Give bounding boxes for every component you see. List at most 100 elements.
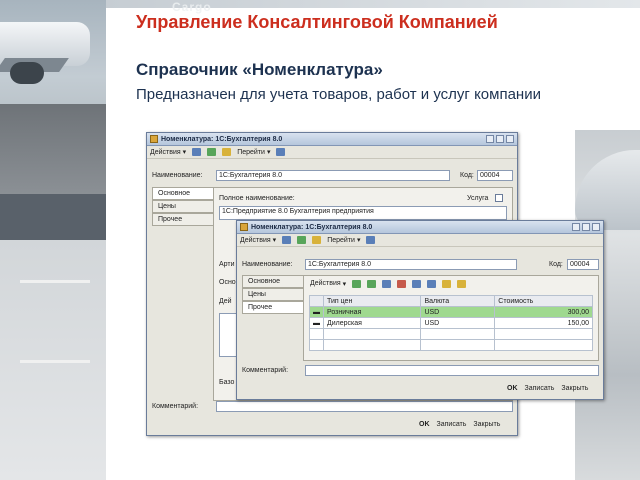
prices-table[interactable]: Тип цен Валюта Стоимость ▬ Розничная USD…: [309, 295, 593, 351]
minimize-icon[interactable]: [572, 223, 580, 231]
price-cell[interactable]: 150,00: [494, 317, 593, 329]
actions-menu-label: Действия: [150, 148, 181, 156]
code-field[interactable]: 00004: [567, 259, 599, 270]
airport-photo: [0, 0, 106, 480]
maximize-icon[interactable]: [582, 223, 590, 231]
airplane-engine: [10, 62, 44, 84]
move-down-icon[interactable]: [427, 279, 437, 288]
price-type-cell[interactable]: Розничная: [322, 306, 422, 318]
save-icon[interactable]: [207, 148, 217, 156]
currency-cell[interactable]: USD: [420, 317, 496, 329]
table-toolbar: Действия ▾: [307, 277, 467, 290]
tab-main[interactable]: Основное: [152, 187, 214, 200]
name-field[interactable]: 1С:Бухгалтерия 8.0: [305, 259, 517, 270]
edit-row-icon[interactable]: [382, 279, 392, 288]
airport-photo-top: Cargo: [106, 0, 640, 14]
add-row-icon[interactable]: [352, 279, 362, 288]
table-row-empty[interactable]: [309, 328, 593, 340]
slide-title: Управление Консалтинговой Компанией: [136, 12, 498, 32]
window-title: Номенклатура: 1С:Бухгалтерия 8.0: [251, 223, 373, 231]
save-icon[interactable]: [297, 236, 307, 244]
close-button[interactable]: Закрыть: [561, 385, 588, 392]
app-icon: [150, 135, 158, 143]
structure-icon[interactable]: [312, 236, 322, 244]
window-title: Номенклатура: 1С:Бухгалтерия 8.0: [161, 135, 283, 143]
table-row[interactable]: ▬ Розничная USD 300,00: [309, 306, 593, 318]
tab-list: Основное Цены Прочее: [242, 275, 304, 314]
price-type-cell[interactable]: Дилерская: [322, 317, 422, 329]
goto-menu[interactable]: Перейти ▾: [237, 148, 270, 157]
tab-other[interactable]: Прочее: [242, 301, 304, 314]
move-up-icon[interactable]: [412, 279, 422, 288]
app-icon: [240, 223, 248, 231]
goto-menu-label: Перейти: [237, 148, 265, 156]
tab-main[interactable]: Основное: [242, 275, 304, 288]
full-name-field[interactable]: 1С:Предприятие 8.0 Бухгалтерия предприят…: [219, 206, 507, 220]
code-label: Код:: [460, 172, 474, 179]
close-button[interactable]: Закрыть: [473, 421, 500, 428]
back-arrow-icon[interactable]: [192, 148, 202, 156]
sort-desc-icon[interactable]: [457, 279, 467, 288]
price-cell[interactable]: 300,00: [494, 306, 593, 318]
window-titlebar[interactable]: Номенклатура: 1С:Бухгалтерия 8.0: [147, 133, 517, 146]
comment-field[interactable]: [216, 401, 513, 412]
prices-window[interactable]: Номенклатура: 1С:Бухгалтерия 8.0 Действи…: [236, 220, 604, 400]
window-titlebar[interactable]: Номенклатура: 1С:Бухгалтерия 8.0: [237, 221, 603, 234]
row-marker-icon: ▬: [309, 317, 324, 329]
row-marker-icon: ▬: [309, 306, 324, 318]
table-actions-menu[interactable]: Действия ▾: [310, 280, 346, 288]
copy-row-icon[interactable]: [367, 279, 377, 288]
name-label: Наименование:: [242, 261, 293, 268]
actions-menu[interactable]: Действия ▾: [150, 148, 186, 157]
structure-icon[interactable]: [222, 148, 232, 156]
save-button[interactable]: Записать: [525, 385, 555, 392]
delete-row-icon[interactable]: [397, 279, 407, 288]
slide-description: Предназначен для учета товаров, работ и …: [136, 86, 541, 103]
tab-list: Основное Цены Прочее: [152, 187, 214, 226]
close-icon[interactable]: [592, 223, 600, 231]
minimize-icon[interactable]: [486, 135, 494, 143]
airplane-tail: [575, 150, 640, 230]
terminal-base: [0, 194, 106, 240]
table-header-row: Тип цен Валюта Стоимость: [309, 295, 593, 307]
code-field[interactable]: 00004: [477, 170, 513, 181]
code-label: Код:: [549, 261, 563, 268]
ok-button[interactable]: OK: [419, 421, 430, 428]
tarmac-stripe: [20, 280, 90, 283]
actions-menu[interactable]: Действия ▾: [240, 236, 276, 245]
row-marker-header: [309, 295, 324, 307]
help-icon[interactable]: [276, 148, 286, 156]
table-actions-label: Действия: [310, 280, 341, 287]
window-toolbar: Действия ▾ Перейти ▾: [237, 234, 603, 247]
tab-other[interactable]: Прочее: [152, 213, 214, 226]
comment-field[interactable]: [305, 365, 599, 376]
name-label: Наименование:: [152, 172, 203, 179]
window-toolbar: Действия ▾ Перейти ▾: [147, 146, 517, 159]
column-header[interactable]: Тип цен: [322, 295, 422, 307]
help-icon[interactable]: [366, 236, 376, 244]
tarmac-stripe: [20, 360, 90, 363]
service-checkbox[interactable]: [495, 194, 503, 202]
column-header[interactable]: Валюта: [420, 295, 496, 307]
sort-asc-icon[interactable]: [442, 279, 452, 288]
currency-cell[interactable]: USD: [420, 306, 496, 318]
goto-menu-label: Перейти: [327, 236, 355, 244]
close-icon[interactable]: [506, 135, 514, 143]
goto-menu[interactable]: Перейти ▾: [327, 236, 360, 245]
back-arrow-icon[interactable]: [282, 236, 292, 244]
tab-prices[interactable]: Цены: [152, 200, 214, 213]
tab-prices[interactable]: Цены: [242, 288, 304, 301]
table-row-empty[interactable]: [309, 339, 593, 351]
nested-list[interactable]: [219, 313, 237, 357]
save-button[interactable]: Записать: [437, 421, 467, 428]
ok-button[interactable]: OK: [507, 385, 518, 392]
maximize-icon[interactable]: [496, 135, 504, 143]
comment-label: Комментарий:: [242, 367, 289, 374]
window-footer: OK Записать Закрыть: [419, 421, 500, 428]
name-field[interactable]: 1С:Бухгалтерия 8.0: [216, 170, 450, 181]
terminal-building: [0, 104, 106, 194]
base-unit-label: Осно: [219, 279, 236, 286]
comment-label: Комментарий:: [152, 403, 199, 410]
table-row[interactable]: ▬ Дилерская USD 150,00: [309, 317, 593, 329]
column-header[interactable]: Стоимость: [494, 295, 593, 307]
